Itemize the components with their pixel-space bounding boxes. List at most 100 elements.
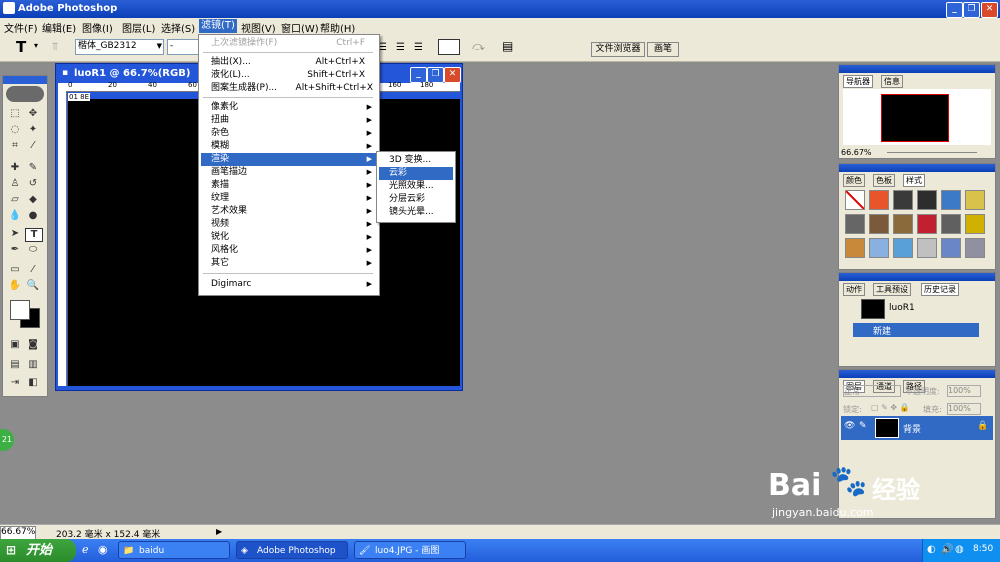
- jump-to-imageready-icon[interactable]: ⇥: [7, 377, 23, 389]
- history-brush-tool-icon[interactable]: ↺: [25, 178, 41, 190]
- tray-network-icon[interactable]: ◐: [927, 544, 936, 555]
- imageready-icon[interactable]: ◧: [25, 377, 41, 389]
- menu-image[interactable]: 图像(I): [82, 20, 113, 35]
- menu-item-noise[interactable]: 杂色 ▶: [201, 127, 377, 140]
- pen-tool-icon[interactable]: ✒: [7, 244, 23, 256]
- dodge-tool-icon[interactable]: ●: [25, 210, 41, 222]
- blur-tool-icon[interactable]: 💧: [7, 210, 23, 222]
- history-step-row[interactable]: 新建: [853, 323, 979, 337]
- paint-bucket-tool-icon[interactable]: ◆: [25, 194, 41, 206]
- menu-item-texture[interactable]: 纹理 ▶: [201, 192, 377, 205]
- blend-mode-select[interactable]: 正常: [843, 385, 901, 397]
- marquee-tool-icon[interactable]: ⬚: [7, 108, 23, 120]
- lasso-tool-icon[interactable]: ◌: [7, 124, 23, 136]
- tab-history[interactable]: 历史记录: [921, 283, 959, 296]
- quick-mask-icon[interactable]: ◙: [25, 339, 41, 351]
- maximize-button[interactable]: ❐: [963, 2, 980, 18]
- submenu-item-lens-flare[interactable]: 镜头光晕...: [379, 206, 453, 219]
- task-paint[interactable]: 🖌 luo4.JPG - 画图: [354, 541, 466, 559]
- style-swatch[interactable]: [965, 238, 985, 258]
- menu-window[interactable]: 窗口(W): [281, 20, 319, 35]
- font-style-select[interactable]: -: [167, 39, 201, 55]
- style-swatch[interactable]: [893, 190, 913, 210]
- menu-item-render[interactable]: 渲染 ▶: [201, 153, 377, 166]
- eye-icon[interactable]: 👁: [844, 421, 855, 431]
- foreground-color-swatch[interactable]: [10, 300, 30, 320]
- text-color-swatch[interactable]: [438, 39, 460, 55]
- menu-item-extract[interactable]: 抽出(X)... Alt+Ctrl+X: [201, 56, 377, 69]
- tab-brushes[interactable]: 画笔: [647, 42, 679, 57]
- submenu-item-lighting-effects[interactable]: 光照效果...: [379, 180, 453, 193]
- tab-styles[interactable]: 样式: [903, 174, 925, 187]
- menu-item-sketch[interactable]: 素描 ▶: [201, 179, 377, 192]
- clone-stamp-tool-icon[interactable]: ♙: [7, 178, 23, 190]
- tab-file-browser[interactable]: 文件浏览器: [591, 42, 645, 57]
- tab-color[interactable]: 颜色: [843, 174, 865, 187]
- submenu-item-difference-clouds[interactable]: 分层云彩: [379, 193, 453, 206]
- menu-select[interactable]: 选择(S): [161, 20, 195, 35]
- style-swatch[interactable]: [941, 238, 961, 258]
- menu-item-last-filter[interactable]: 上次滤镜操作(F) Ctrl+F: [201, 37, 377, 50]
- minimize-button[interactable]: _: [946, 2, 963, 18]
- eraser-tool-icon[interactable]: ▱: [7, 194, 23, 206]
- move-tool-icon[interactable]: ✥: [25, 108, 41, 120]
- menu-item-pattern-maker[interactable]: 图案生成器(P)... Alt+Shift+Ctrl+X: [201, 82, 377, 95]
- opacity-input[interactable]: 100%: [947, 385, 981, 397]
- type-tool-icon[interactable]: T: [25, 228, 43, 242]
- fill-input[interactable]: 100%: [947, 403, 981, 415]
- history-snapshot-row[interactable]: luoR1: [843, 297, 991, 321]
- submenu-item-clouds[interactable]: 云彩: [379, 167, 453, 180]
- menu-edit[interactable]: 编辑(E): [42, 20, 76, 35]
- navigator-view-box[interactable]: [881, 94, 949, 142]
- align-right-icon[interactable]: ☰: [414, 42, 423, 53]
- slice-tool-icon[interactable]: ⁄: [25, 140, 41, 152]
- menu-layer[interactable]: 图层(L): [122, 20, 155, 35]
- style-swatch[interactable]: [941, 190, 961, 210]
- close-button[interactable]: ✕: [981, 2, 998, 18]
- tab-swatches[interactable]: 色板: [873, 174, 895, 187]
- healing-brush-tool-icon[interactable]: ✚: [7, 162, 23, 174]
- style-swatch[interactable]: [917, 190, 937, 210]
- menu-view[interactable]: 视图(V): [241, 20, 276, 35]
- adobe-online-icon[interactable]: [6, 86, 44, 102]
- style-swatch[interactable]: [845, 238, 865, 258]
- status-zoom-input[interactable]: 66.67%: [0, 526, 36, 540]
- eyedropper-tool-icon[interactable]: ⁄: [25, 264, 41, 276]
- status-menu-arrow-icon[interactable]: ▶: [216, 527, 222, 536]
- start-button[interactable]: ⊞ 开始: [0, 539, 76, 562]
- menu-item-blur[interactable]: 模糊 ▶: [201, 140, 377, 153]
- screen-mode-standard-icon[interactable]: ▤: [7, 359, 23, 371]
- task-photoshop[interactable]: ◈ Adobe Photoshop: [236, 541, 348, 559]
- notes-tool-icon[interactable]: ▭: [7, 264, 23, 276]
- quicklaunch-ie-icon[interactable]: ℯ: [82, 543, 89, 556]
- text-orientation-icon[interactable]: ⫪: [52, 40, 58, 54]
- screen-mode-full-icon[interactable]: ▥: [25, 359, 41, 371]
- menu-item-pixelate[interactable]: 像素化 ▶: [201, 101, 377, 114]
- menu-item-video[interactable]: 视频 ▶: [201, 218, 377, 231]
- type-tool-icon[interactable]: T: [16, 38, 26, 56]
- style-swatch[interactable]: [941, 214, 961, 234]
- style-swatch[interactable]: [917, 214, 937, 234]
- menu-item-stylize[interactable]: 风格化 ▶: [201, 244, 377, 257]
- menu-file[interactable]: 文件(F): [4, 20, 38, 35]
- font-family-select[interactable]: 楷体_GB2312 ▼: [75, 39, 164, 55]
- layer-row-background[interactable]: 👁 ✎ 背景 🔒: [841, 416, 993, 440]
- style-swatch[interactable]: [869, 214, 889, 234]
- tool-preset-arrow-icon[interactable]: ▾: [34, 41, 38, 50]
- menu-item-brush-strokes[interactable]: 画笔描边 ▶: [201, 166, 377, 179]
- quicklaunch-desktop-icon[interactable]: ◉: [98, 543, 108, 556]
- hand-tool-icon[interactable]: ✋: [7, 280, 23, 292]
- style-swatch[interactable]: [845, 190, 865, 210]
- lock-icons[interactable]: ▢ ✎ ✥ 🔒: [871, 403, 910, 412]
- style-swatch[interactable]: [869, 238, 889, 258]
- tab-tool-presets[interactable]: 工具预设: [873, 283, 911, 296]
- shape-tool-icon[interactable]: ⬭: [25, 244, 41, 256]
- zoom-tool-icon[interactable]: 🔍: [25, 280, 41, 292]
- standard-mode-icon[interactable]: ▣: [7, 339, 23, 351]
- navigator-zoom-slider[interactable]: [887, 152, 977, 153]
- menu-item-digimarc[interactable]: Digimarc ▶: [201, 278, 377, 291]
- doc-close-button[interactable]: ✕: [444, 67, 461, 83]
- style-swatch[interactable]: [845, 214, 865, 234]
- tab-navigator[interactable]: 导航器: [843, 75, 873, 88]
- style-swatch[interactable]: [869, 190, 889, 210]
